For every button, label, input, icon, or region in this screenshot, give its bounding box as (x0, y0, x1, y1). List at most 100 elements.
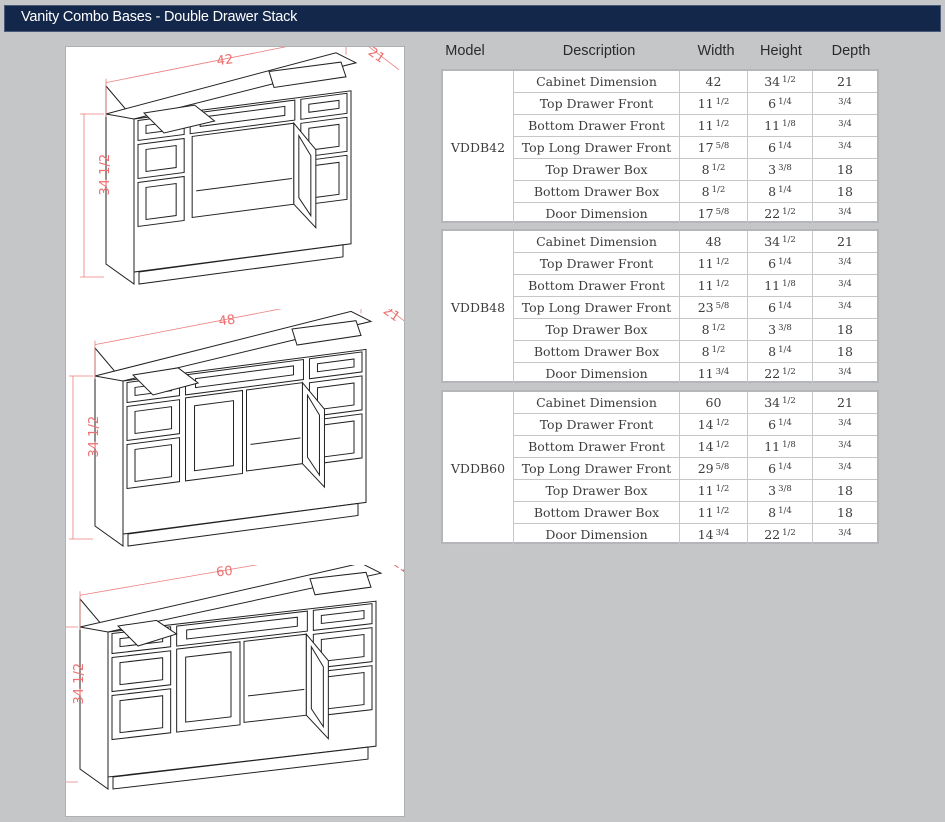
depth-dimension-label: 21 (365, 47, 387, 67)
left-drawer-panel (134, 444, 173, 483)
height-cell: 11 1/8 (747, 274, 813, 297)
width-cell: 11 3/4 (679, 362, 748, 384)
height-cell-whole: 6 (768, 140, 777, 155)
width-cell: 11 1/2 (679, 114, 748, 137)
width-cell-whole: 8 (701, 162, 710, 177)
width-cell: 14 3/4 (679, 523, 748, 545)
column-header-model: Model (445, 43, 485, 59)
column-header-height: Height (760, 43, 802, 59)
width-cell-whole: 29 (697, 461, 714, 476)
height-cell-fraction: 3/8 (778, 323, 792, 333)
left-drawer-panel (119, 695, 164, 734)
height-cell: 34 1/2 (747, 231, 813, 253)
height-cell: 6 1/4 (747, 136, 813, 159)
height-cell-whole: 34 (764, 234, 781, 249)
width-dimension-label: 60 (215, 565, 233, 581)
description-cell: Door Dimension (513, 362, 680, 384)
table-row: VDDB60 Cabinet Dimension 60 34 1/2 21 (443, 392, 877, 546)
height-cell-whole: 22 (764, 206, 781, 221)
depth-cell: 18 (812, 180, 877, 203)
width-dimension-label: 42 (216, 52, 234, 69)
depth-cell: 21 (812, 392, 877, 414)
height-cell: 11 1/8 (747, 114, 813, 137)
height-cell-whole: 6 (768, 256, 777, 271)
width-cell-fraction: 1/2 (715, 257, 730, 267)
height-cell: 34 1/2 (747, 71, 813, 93)
depth-cell-whole: 21 (837, 395, 853, 410)
height-cell-fraction: 1/4 (778, 141, 792, 151)
model-code: VDDB48 (443, 231, 514, 385)
height-cell-whole: 8 (768, 505, 777, 520)
width-cell-whole: 11 (697, 483, 714, 498)
description-cell: Top Drawer Front (513, 252, 680, 275)
height-cell: 6 1/4 (747, 457, 813, 480)
left-door-panel (194, 400, 234, 472)
width-cell-fraction: 1/2 (711, 185, 726, 195)
title-bar: Vanity Combo Bases - Double Drawer Stack (4, 5, 941, 32)
height-cell: 22 1/2 (747, 523, 813, 545)
description-cell: Bottom Drawer Front (513, 114, 680, 137)
depth-cell: 3/4 (812, 413, 877, 436)
depth-cell: 3/4 (812, 457, 877, 480)
height-cell-fraction: 1/2 (782, 75, 796, 85)
height-cell-fraction: 1/8 (782, 279, 796, 289)
depth-cell-fraction: 3/4 (838, 279, 852, 289)
width-cell: 42 (679, 71, 748, 93)
width-cell-whole: 11 (697, 96, 714, 111)
height-cell: 22 1/2 (747, 362, 813, 384)
width-cell-whole: 11 (697, 256, 714, 271)
depth-cell-fraction: 3/4 (838, 301, 852, 311)
height-cell: 3 3/8 (747, 318, 813, 341)
page-title: Vanity Combo Bases - Double Drawer Stack (21, 9, 298, 25)
height-dimension-label: 34 1/2 (72, 663, 87, 705)
left-drawer-panel (145, 144, 177, 173)
description-cell: Bottom Drawer Box (513, 501, 680, 524)
width-cell-fraction: 1/2 (715, 506, 730, 516)
width-cell-whole: 42 (705, 74, 722, 89)
cabinet-drawings-panel: 42 21 34 1/2 48 21 34 1/2 60 21 34 1/2 (65, 46, 405, 817)
width-cell: 17 5/8 (679, 136, 748, 159)
width-cell-whole: 8 (701, 322, 710, 337)
description-cell: Top Drawer Box (513, 158, 680, 181)
height-cell: 8 1/4 (747, 180, 813, 203)
width-cell-fraction: 1/2 (715, 279, 730, 289)
height-cell-fraction: 1/2 (782, 367, 796, 377)
cabinet-interior-opening (243, 633, 307, 723)
width-cell-whole: 17 (697, 140, 714, 155)
depth-cell: 3/4 (812, 435, 877, 458)
left-door-panel (185, 651, 232, 723)
description-cell: Top Long Drawer Front (513, 457, 680, 480)
depth-cell: 3/4 (812, 92, 877, 115)
width-cell-whole: 8 (701, 184, 710, 199)
width-cell-whole: 14 (697, 439, 714, 454)
height-cell-fraction: 1/2 (782, 396, 796, 406)
width-cell: 11 1/2 (679, 92, 748, 115)
height-cell: 6 1/4 (747, 92, 813, 115)
height-cell-whole: 8 (768, 184, 777, 199)
depth-cell: 18 (812, 479, 877, 502)
width-cell-whole: 8 (701, 344, 710, 359)
height-cell-fraction: 3/8 (778, 484, 792, 494)
height-cell: 6 1/4 (747, 413, 813, 436)
depth-cell-fraction: 3/4 (838, 97, 852, 107)
width-cell-whole: 11 (697, 118, 714, 133)
width-cell-fraction: 3/4 (715, 528, 730, 538)
height-cell-whole: 34 (764, 74, 781, 89)
height-cell-whole: 11 (764, 278, 781, 293)
description-cell: Cabinet Dimension (513, 231, 680, 253)
width-cell-fraction: 5/8 (715, 207, 730, 217)
width-cell-fraction: 1/2 (711, 163, 726, 173)
description-cell: Bottom Drawer Box (513, 340, 680, 363)
height-cell-fraction: 1/8 (782, 119, 796, 129)
cabinet-drawing-vddb48: 48 21 34 1/2 (69, 309, 404, 547)
width-cell: 8 1/2 (679, 340, 748, 363)
spec-table-vddb48: VDDB48 Cabinet Dimension 48 34 1/2 21 Top Draw… (441, 229, 879, 385)
description-cell: Door Dimension (513, 202, 680, 224)
height-cell: 3 3/8 (747, 479, 813, 502)
height-cell-whole: 6 (768, 300, 777, 315)
depth-cell-fraction: 3/4 (838, 207, 852, 217)
width-cell-whole: 11 (697, 505, 714, 520)
depth-cell-fraction: 3/4 (838, 119, 852, 129)
width-cell-fraction: 3/4 (715, 367, 730, 377)
description-cell: Top Drawer Front (513, 92, 680, 115)
